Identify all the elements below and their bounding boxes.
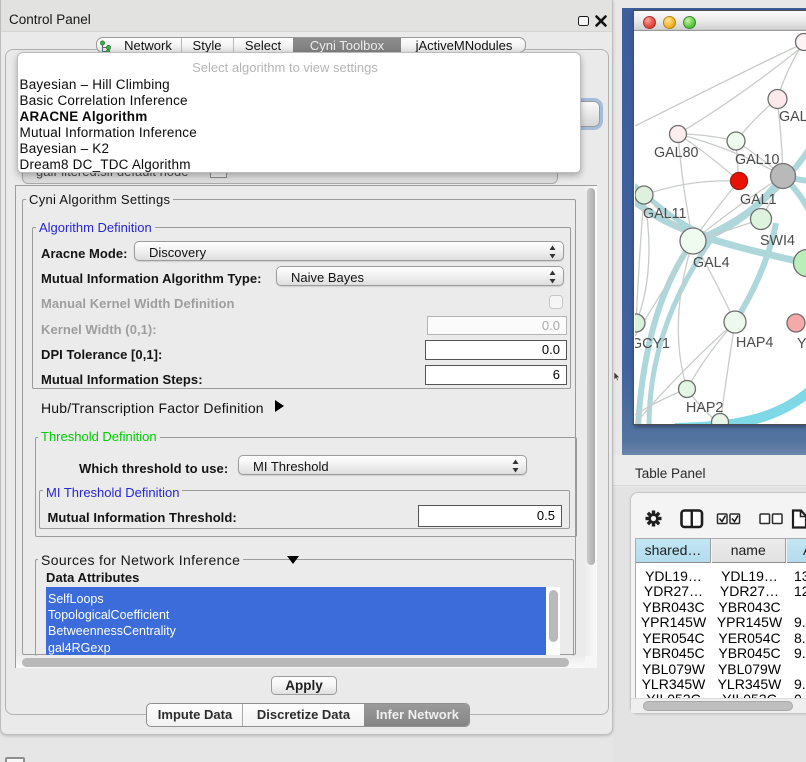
svg-text:GAL1: GAL1 (740, 192, 777, 208)
svg-text:GAL80: GAL80 (654, 145, 699, 161)
svg-text:GCY1: GCY1 (635, 336, 670, 352)
svg-text:HAP4: HAP4 (736, 335, 773, 351)
svg-text:HAP2: HAP2 (686, 400, 723, 416)
svg-text:Y: Y (797, 336, 806, 352)
svg-text:GAL4: GAL4 (693, 255, 730, 271)
svg-text:GAL11: GAL11 (643, 206, 686, 222)
svg-text:GAL10: GAL10 (735, 152, 780, 168)
svg-text:SWI4: SWI4 (760, 233, 795, 249)
svg-text:GAL7: GAL7 (779, 109, 806, 125)
